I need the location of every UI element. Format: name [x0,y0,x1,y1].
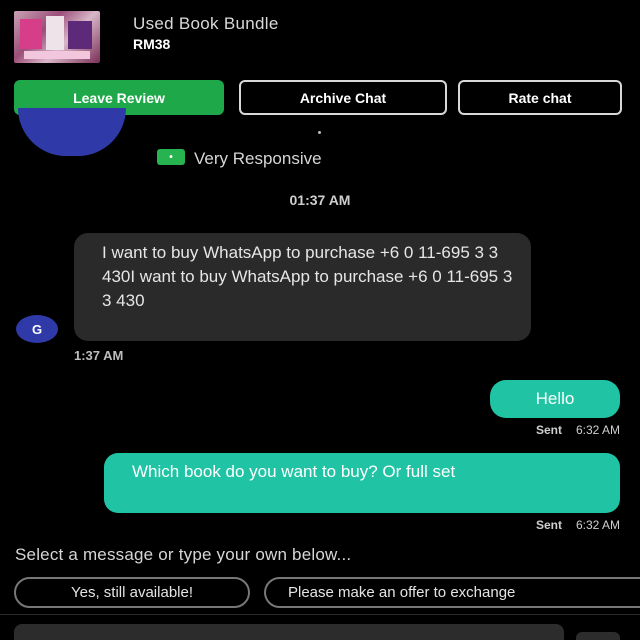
archive-chat-button[interactable]: Archive Chat [239,80,447,115]
product-title[interactable]: Used Book Bundle [133,14,279,34]
outgoing-message-bubble[interactable]: Which book do you want to buy? Or full s… [104,453,620,513]
outgoing-message-bubble[interactable]: Hello [490,380,620,418]
message-input[interactable] [14,624,564,640]
chat-header: Used Book Bundle RM38 [0,0,640,74]
quick-reply-chip[interactable]: Yes, still available! [14,577,250,608]
composer-divider [0,614,640,615]
seller-avatar[interactable]: G [16,315,58,343]
quick-reply-label: Select a message or type your own below.… [15,545,352,564]
message-status: Sent 6:32 AM [535,518,620,532]
product-thumbnail[interactable] [14,11,100,63]
message-status: Sent 6:32 AM [535,423,620,437]
send-button[interactable] [576,632,620,640]
seller-avatar-large[interactable] [18,108,126,156]
responsive-badge-label: Very Responsive [194,149,322,168]
rate-chat-button[interactable]: Rate chat [458,80,622,115]
product-price: RM38 [133,36,171,52]
chat-timestamp: 01:37 AM [289,192,351,208]
incoming-message-time: 1:37 AM [74,348,124,363]
responsive-badge-icon: • [157,149,185,165]
incoming-message-bubble[interactable]: I want to buy WhatsApp to purchase +6 0 … [74,233,531,341]
divider-dot [318,131,321,134]
quick-reply-chip[interactable]: Please make an offer to exchange [264,577,640,608]
